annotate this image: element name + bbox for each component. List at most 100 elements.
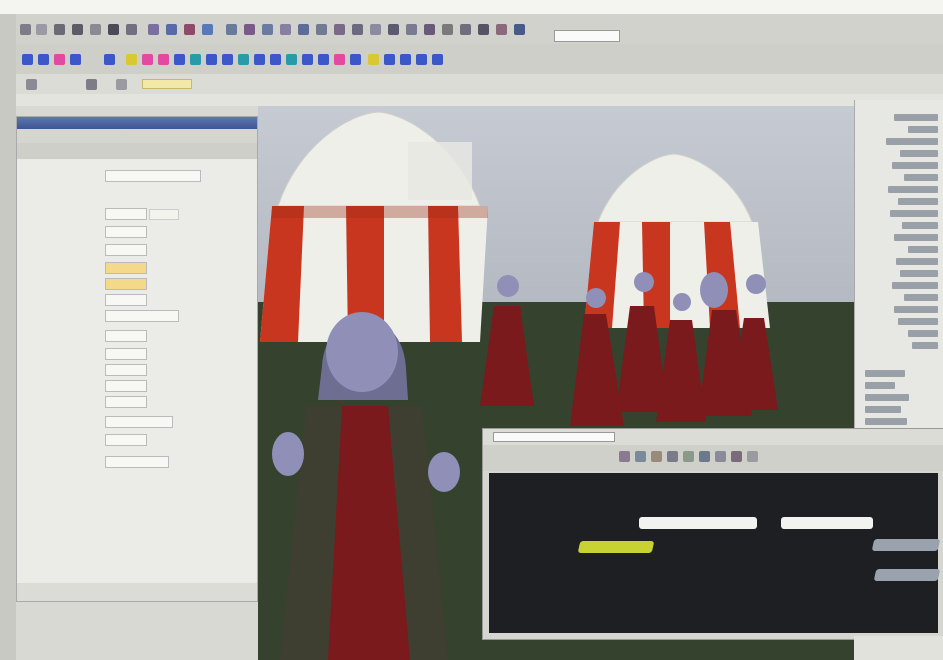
highlight-field[interactable] xyxy=(142,79,192,89)
tool-icon[interactable] xyxy=(478,24,489,35)
show-manip-icon[interactable] xyxy=(126,24,137,35)
list-item[interactable] xyxy=(894,114,938,121)
joint-icon[interactable] xyxy=(222,54,233,65)
graph-icon[interactable] xyxy=(699,451,710,462)
tool-icon[interactable] xyxy=(514,24,525,35)
list-item[interactable] xyxy=(900,270,938,277)
attribute-field[interactable] xyxy=(105,170,201,182)
graph-icon[interactable] xyxy=(635,451,646,462)
list-item[interactable] xyxy=(892,162,938,169)
attribute-field[interactable] xyxy=(105,310,179,322)
list-item[interactable] xyxy=(894,306,938,313)
torus-icon[interactable] xyxy=(126,54,137,65)
list-item[interactable] xyxy=(892,282,938,289)
attribute-field[interactable] xyxy=(105,244,147,256)
shelf-tool-icon[interactable] xyxy=(302,54,313,65)
history-icon[interactable] xyxy=(226,24,237,35)
render-settings-icon[interactable] xyxy=(280,24,291,35)
graph-icon[interactable] xyxy=(747,451,758,462)
attribute-field[interactable] xyxy=(105,348,147,360)
attribute-field[interactable] xyxy=(105,294,147,306)
list-item[interactable] xyxy=(898,318,938,325)
graph-icon[interactable] xyxy=(651,451,662,462)
list-item[interactable] xyxy=(888,186,938,193)
skin-icon[interactable] xyxy=(254,54,265,65)
layout-icon[interactable] xyxy=(86,79,97,90)
graph-node[interactable] xyxy=(781,517,873,529)
move-icon[interactable] xyxy=(54,24,65,35)
scale-icon[interactable] xyxy=(90,24,101,35)
soft-mod-icon[interactable] xyxy=(108,24,119,35)
tool-icon[interactable] xyxy=(334,24,345,35)
shelf-tool-icon[interactable] xyxy=(350,54,361,65)
lasso-icon[interactable] xyxy=(36,24,47,35)
cloth-icon[interactable] xyxy=(286,54,297,65)
hotbox-menu[interactable] xyxy=(408,142,472,200)
list-item[interactable] xyxy=(904,174,938,181)
list-item[interactable] xyxy=(865,394,909,401)
paint-icon[interactable] xyxy=(190,54,201,65)
list-item[interactable] xyxy=(900,150,938,157)
attribute-field[interactable] xyxy=(105,456,169,468)
plane-icon[interactable] xyxy=(104,54,115,65)
deformer-icon[interactable] xyxy=(270,54,281,65)
attribute-field[interactable] xyxy=(105,396,147,408)
sculpt-icon[interactable] xyxy=(206,54,217,65)
nurbs-cube-icon[interactable] xyxy=(158,54,169,65)
list-item[interactable] xyxy=(908,126,938,133)
cube-icon[interactable] xyxy=(38,54,49,65)
shelf-tool-icon[interactable] xyxy=(384,54,395,65)
list-item[interactable] xyxy=(902,222,938,229)
graph-node[interactable] xyxy=(639,517,757,529)
shelf-tool-icon[interactable] xyxy=(318,54,329,65)
list-item[interactable] xyxy=(896,258,938,265)
list-item[interactable] xyxy=(904,294,938,301)
tool-icon[interactable] xyxy=(442,24,453,35)
tool-icon[interactable] xyxy=(388,24,399,35)
curve-icon[interactable] xyxy=(174,54,185,65)
shelf-tool-icon[interactable] xyxy=(368,54,379,65)
panel-icon[interactable] xyxy=(116,79,127,90)
graph-icon[interactable] xyxy=(667,451,678,462)
list-item[interactable] xyxy=(865,382,895,389)
list-item[interactable] xyxy=(908,330,938,337)
hypershade-icon[interactable] xyxy=(298,24,309,35)
tool-icon[interactable] xyxy=(370,24,381,35)
attribute-field[interactable] xyxy=(105,330,147,342)
attribute-field[interactable] xyxy=(105,380,147,392)
attribute-field[interactable] xyxy=(105,434,147,446)
graph-icon[interactable] xyxy=(619,451,630,462)
snap-surface-icon[interactable] xyxy=(202,24,213,35)
snap-grid-icon[interactable] xyxy=(148,24,159,35)
quick-select-field[interactable] xyxy=(554,30,620,42)
graph-node[interactable] xyxy=(873,569,941,581)
attribute-field[interactable] xyxy=(105,226,147,238)
list-item[interactable] xyxy=(894,234,938,241)
nurbs-sphere-icon[interactable] xyxy=(142,54,153,65)
hypergraph-title-field[interactable] xyxy=(493,432,615,442)
rotate-icon[interactable] xyxy=(72,24,83,35)
shelf-tool-icon[interactable] xyxy=(416,54,427,65)
list-item[interactable] xyxy=(865,406,901,413)
shelf-tool-icon[interactable] xyxy=(400,54,411,65)
snap-curve-icon[interactable] xyxy=(166,24,177,35)
attribute-field[interactable] xyxy=(105,208,147,220)
list-item[interactable] xyxy=(912,342,938,349)
graph-node-selected[interactable] xyxy=(577,541,655,553)
list-item[interactable] xyxy=(865,370,905,377)
graph-icon[interactable] xyxy=(731,451,742,462)
shelf-tool-icon[interactable] xyxy=(432,54,443,65)
tool-settings-icon[interactable] xyxy=(26,79,37,90)
attribute-field[interactable] xyxy=(105,278,147,290)
tool-icon[interactable] xyxy=(352,24,363,35)
select-icon[interactable] xyxy=(20,24,31,35)
tool-icon[interactable] xyxy=(496,24,507,35)
snap-point-icon[interactable] xyxy=(184,24,195,35)
cone-icon[interactable] xyxy=(70,54,81,65)
tool-icon[interactable] xyxy=(424,24,435,35)
ipr-icon[interactable] xyxy=(262,24,273,35)
shelf-tool-icon[interactable] xyxy=(334,54,345,65)
graph-icon[interactable] xyxy=(683,451,694,462)
graph-node[interactable] xyxy=(871,539,941,551)
list-item[interactable] xyxy=(865,418,907,425)
